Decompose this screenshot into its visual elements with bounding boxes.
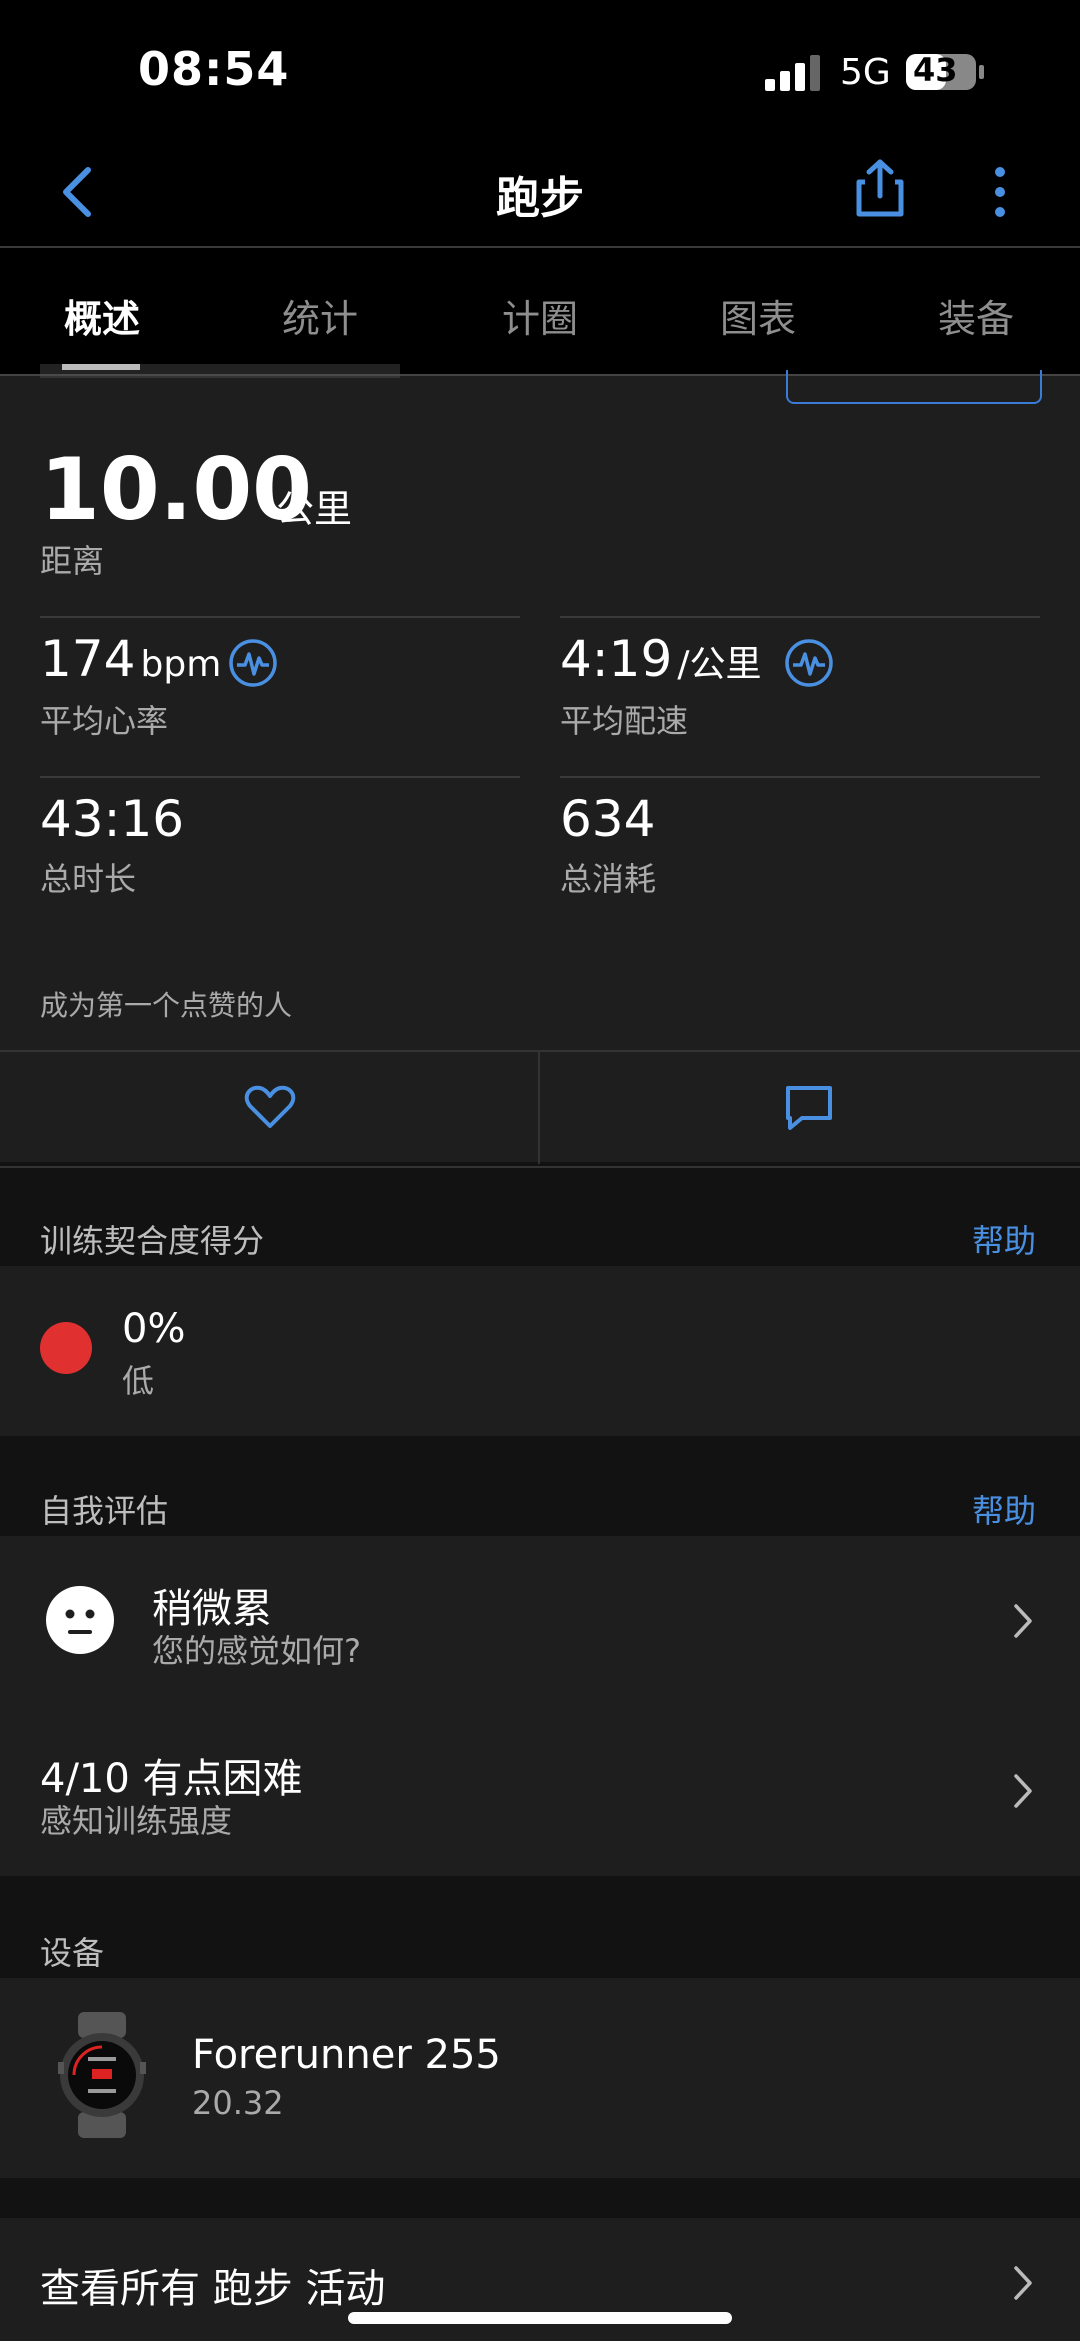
device-name: Forerunner 255: [192, 2032, 501, 2078]
chevron-right-icon: [1014, 1774, 1032, 1808]
neutral-face-icon: [46, 1586, 114, 1654]
duration-label: 总时长: [40, 860, 137, 898]
score-status-dot: [40, 1322, 92, 1374]
heart-rate-value: 174: [40, 630, 136, 688]
share-icon[interactable]: [855, 158, 905, 218]
device-section-title: 设备: [40, 1934, 105, 1972]
device-card[interactable]: [0, 1978, 1080, 2178]
more-vertical-icon[interactable]: [990, 162, 1010, 222]
network-type: 5G: [840, 52, 891, 93]
page-title: 跑步: [496, 173, 584, 224]
reaction-bar: [0, 1050, 1080, 1168]
status-time: 08:54: [138, 42, 290, 96]
tab-gear[interactable]: 装备: [896, 288, 1056, 343]
self-eval-title: 自我评估: [40, 1492, 169, 1530]
pace-value: 4:19: [560, 630, 673, 688]
comment-icon[interactable]: [784, 1084, 834, 1132]
duration-value: 43:16: [40, 790, 185, 848]
heart-rate-unit: bpm: [140, 644, 222, 685]
heart-rate-label: 平均心率: [40, 702, 169, 740]
like-heart-icon[interactable]: [244, 1084, 296, 1130]
divider: [560, 776, 1040, 778]
tab-charts[interactable]: 图表: [678, 288, 838, 343]
chevron-right-icon: [1014, 2266, 1032, 2300]
intensity-subtitle: 感知训练强度: [40, 1802, 233, 1840]
calories-value: 634: [560, 790, 656, 848]
tab-laps[interactable]: 计圈: [460, 288, 620, 343]
battery-level: 43: [913, 51, 958, 89]
chevron-right-icon: [1014, 1604, 1032, 1638]
signal-icon: [765, 55, 820, 91]
distance-unit: 公里: [276, 487, 353, 531]
feeling-subtitle: 您的感觉如何?: [152, 1632, 361, 1670]
tab-overview[interactable]: 概述: [22, 288, 182, 343]
heart-rate-chart-icon[interactable]: [228, 638, 278, 688]
scrolled-button-fragment[interactable]: [786, 370, 1042, 404]
distance-value: 10.00: [40, 440, 313, 540]
view-all-link[interactable]: 查看所有 跑步 活动: [40, 2256, 385, 2314]
divider: [538, 1050, 540, 1164]
heart-rate-stat: 174 bpm: [40, 630, 221, 688]
scrolled-title-fragment: [40, 364, 400, 378]
training-score-level: 低: [122, 1362, 155, 1400]
watch-icon: [58, 2012, 146, 2138]
training-score-help-link[interactable]: 帮助: [972, 1216, 1036, 1262]
device-version: 20.32: [192, 2084, 284, 2122]
tab-statistics[interactable]: 统计: [240, 288, 400, 343]
calories-label: 总消耗: [560, 860, 657, 898]
pace-stat: 4:19 /公里: [560, 630, 762, 688]
divider: [40, 776, 520, 778]
battery-icon: 43: [905, 51, 985, 91]
training-score-value: 0%: [122, 1306, 186, 1352]
pace-chart-icon[interactable]: [784, 638, 834, 688]
home-indicator[interactable]: [348, 2312, 732, 2324]
self-eval-help-link[interactable]: 帮助: [972, 1486, 1036, 1532]
like-prompt: 成为第一个点赞的人: [40, 989, 293, 1022]
pace-unit: /公里: [677, 644, 762, 685]
distance-label: 距离: [40, 542, 105, 580]
pace-label: 平均配速: [560, 702, 689, 740]
divider: [560, 616, 1040, 618]
training-score-title: 训练契合度得分: [40, 1222, 265, 1260]
divider: [40, 616, 520, 618]
